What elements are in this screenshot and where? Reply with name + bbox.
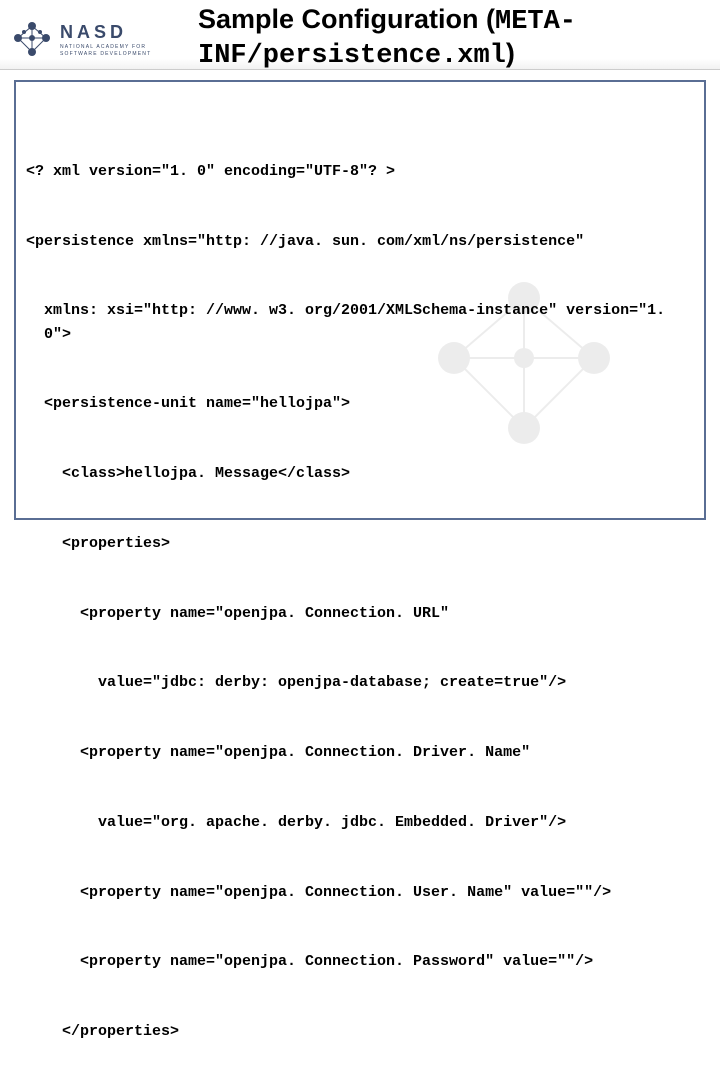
svg-text:NATIONAL ACADEMY FOR: NATIONAL ACADEMY FOR: [60, 44, 146, 50]
svg-text:NASD: NASD: [60, 22, 127, 42]
page-title: Sample Configuration (META-INF/persisten…: [178, 4, 710, 72]
nasd-wordmark: NASD NATIONAL ACADEMY FOR SOFTWARE DEVEL…: [58, 18, 178, 60]
code-line: <property name="openjpa. Connection. Use…: [26, 881, 694, 904]
title-prefix: Sample Configuration (: [198, 4, 495, 34]
slide-header: NASD NATIONAL ACADEMY FOR SOFTWARE DEVEL…: [0, 0, 720, 70]
code-line: <? xml version="1. 0" encoding="UTF-8"? …: [26, 160, 694, 183]
code-line: xmlns: xsi="http: //www. w3. org/2001/XM…: [26, 299, 694, 346]
code-line: <properties>: [26, 532, 694, 555]
svg-text:SOFTWARE DEVELOPMENT: SOFTWARE DEVELOPMENT: [60, 51, 151, 57]
code-line: </properties>: [26, 1020, 694, 1043]
title-suffix: ): [506, 38, 515, 68]
code-line: <class>hellojpa. Message</class>: [26, 462, 694, 485]
code-block: <? xml version="1. 0" encoding="UTF-8"? …: [14, 80, 706, 520]
watermark-icon: [414, 268, 634, 468]
code-line: <persistence xmlns="http: //java. sun. c…: [26, 230, 694, 253]
code-line: <persistence-unit name="hellojpa">: [26, 392, 694, 415]
nasd-logo: NASD NATIONAL ACADEMY FOR SOFTWARE DEVEL…: [10, 4, 178, 60]
code-line: <property name="openjpa. Connection. Dri…: [26, 741, 694, 764]
code-line: value="org. apache. derby. jdbc. Embedde…: [26, 811, 694, 834]
code-line: <property name="openjpa. Connection. URL…: [26, 602, 694, 625]
network-icon: [10, 18, 54, 60]
code-line: value="jdbc: derby: openjpa-database; cr…: [26, 671, 694, 694]
code-line: <property name="openjpa. Connection. Pas…: [26, 950, 694, 973]
